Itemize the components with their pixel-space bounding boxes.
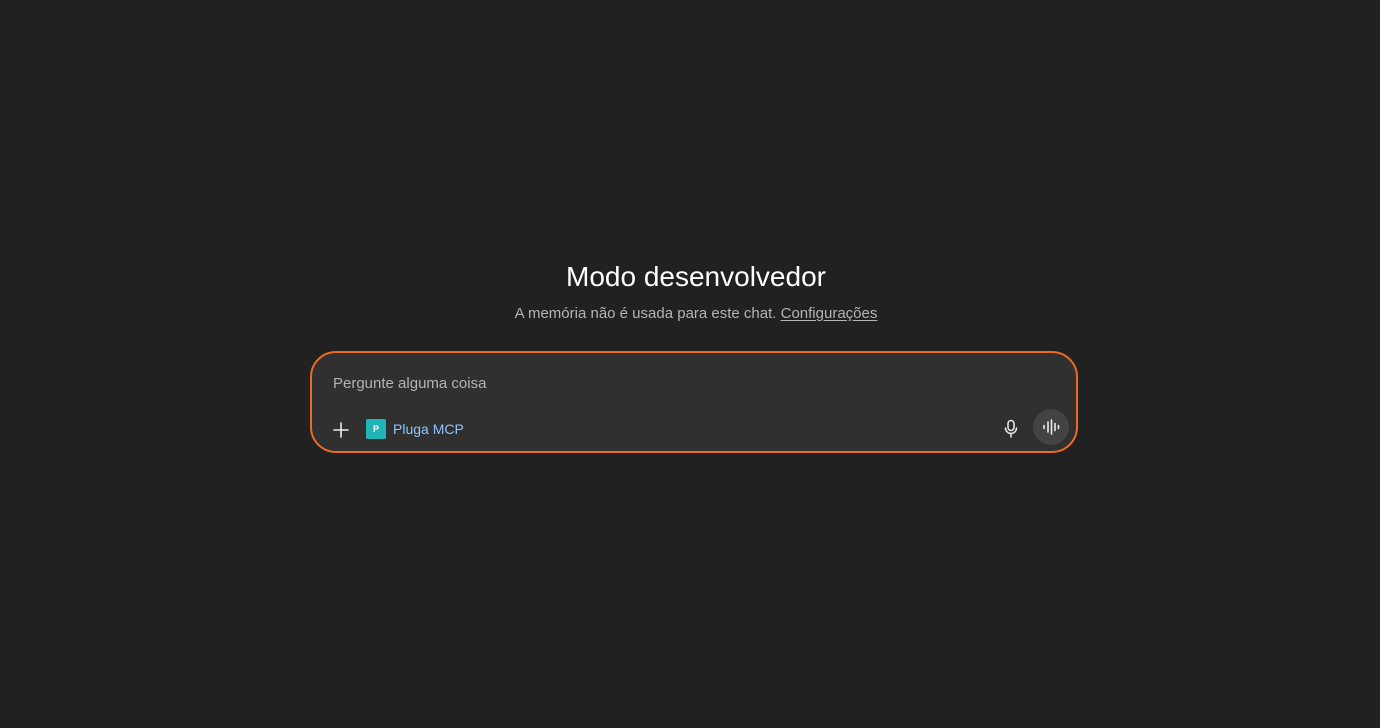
voice-mode-button[interactable] (1033, 409, 1069, 445)
plus-icon (333, 422, 349, 438)
settings-link[interactable]: Configurações (781, 305, 878, 322)
memory-notice-text: A memória não é usada para este chat. (514, 305, 777, 322)
memory-notice: A memória não é usada para este chat. Co… (0, 303, 1380, 325)
connector-chip-pluga-mcp[interactable]: P Pluga MCP (366, 417, 464, 441)
add-attachment-button[interactable] (326, 415, 356, 445)
microphone-icon (1004, 419, 1018, 438)
pluga-logo-icon: P (366, 419, 386, 439)
dev-mode-page: Modo desenvolvedor A memória não é usada… (0, 0, 1380, 728)
connector-label: Pluga MCP (393, 421, 464, 437)
voice-waveform-icon (1043, 419, 1060, 435)
prompt-input[interactable] (333, 371, 1033, 395)
dictate-button[interactable] (996, 414, 1026, 444)
chat-composer: P Pluga MCP (310, 351, 1078, 453)
page-title: Modo desenvolvedor (566, 261, 826, 292)
